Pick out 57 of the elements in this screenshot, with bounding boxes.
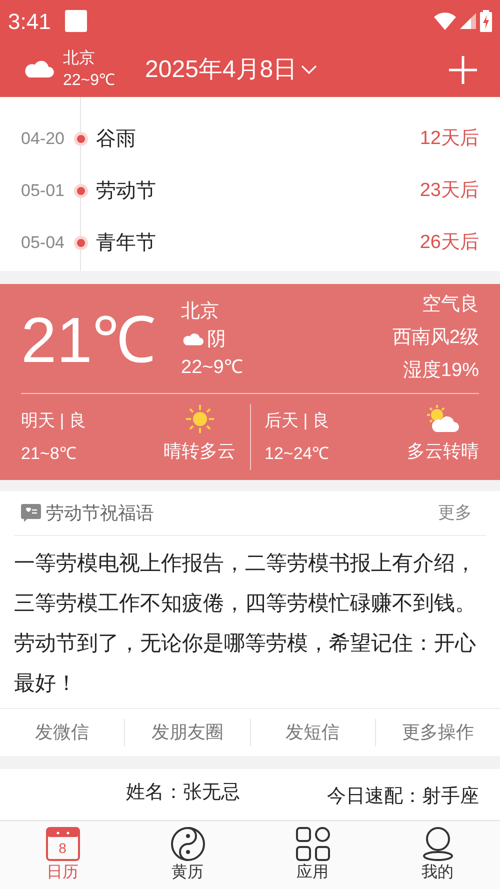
add-icon[interactable] (448, 54, 478, 84)
more-link[interactable]: 更多 (438, 500, 472, 526)
nav-tab[interactable]: 黄历 (125, 821, 250, 889)
weather-condition: 阴 (207, 328, 226, 352)
forecast-day: 后天 | 良 (264, 404, 330, 437)
timeline-dot-icon (74, 184, 88, 198)
blessing-text: 一等劳模电视上作报告，二等劳模书报上有介绍，三等劳模工作不知疲倦，四等劳模忙碌赚不到钱。劳动节到了，无论你是哪等劳模，希望记住：开心最好！ (13, 551, 477, 697)
cloud-icon (181, 332, 205, 348)
forecast-range: 12~24℃ (264, 443, 330, 465)
city-label: 北京 (63, 48, 96, 68)
message-icon (21, 504, 41, 522)
signal-icon (460, 13, 476, 29)
weather-city: 北京 (181, 300, 220, 324)
user-icon (420, 827, 454, 861)
zodiac-match: 今日速配：射手座 (327, 785, 479, 809)
forecast-condition: 晴转多云 (164, 440, 236, 463)
event-name: 青年节 (96, 231, 157, 256)
nav-tab[interactable]: 应用 (250, 821, 375, 889)
forecast-condition: 多云转晴 (407, 440, 479, 463)
section-title: 劳动节祝福语 (46, 502, 155, 524)
share-button[interactable]: 发微信 (35, 719, 90, 746)
sun-cloud-icon (426, 404, 460, 434)
nav-tab[interactable]: 8 日历 (0, 821, 125, 889)
share-button[interactable]: 发短信 (286, 719, 340, 746)
battery-icon (480, 10, 492, 32)
forecast-range: 21~8℃ (21, 443, 78, 465)
chevron-down-icon (301, 64, 318, 74)
calendar-icon (46, 827, 80, 861)
wifi-icon (434, 12, 456, 30)
event-countdown: 12天后 (420, 126, 479, 151)
event-name: 谷雨 (96, 127, 137, 152)
notification-icon (64, 10, 87, 32)
event-countdown: 26天后 (420, 230, 479, 255)
wind-info: 西南风2级 (392, 326, 479, 350)
nav-tab[interactable]: 我的 (375, 821, 500, 889)
date-picker[interactable]: 2025年4月8日 (145, 52, 318, 88)
sun-icon (184, 404, 214, 434)
timeline-dot-icon (74, 132, 88, 146)
current-temperature: 21℃ (21, 308, 158, 372)
share-button[interactable]: 发朋友圈 (151, 719, 224, 746)
event-countdown: 23天后 (420, 178, 479, 203)
share-button[interactable]: 更多操作 (402, 719, 474, 746)
air-quality: 空气良 (422, 293, 479, 317)
status-time: 3:41 (8, 8, 51, 36)
yin-yang-icon (170, 827, 204, 861)
event-date: 05-04 (21, 232, 66, 254)
timeline-dot-icon (74, 236, 88, 250)
weather-range: 22~9℃ (181, 356, 244, 380)
forecast-day: 明天 | 良 (21, 404, 86, 437)
temperature-range: 22~9℃ (63, 70, 116, 90)
event-date: 04-20 (21, 128, 66, 150)
apps-icon (296, 827, 330, 861)
calendar-day: 8 (58, 839, 66, 857)
event-date: 05-01 (21, 180, 66, 202)
profile-name: 姓名：张无忌 (126, 781, 241, 805)
humidity-info: 湿度19% (402, 359, 479, 383)
event-name: 劳动节 (96, 179, 157, 204)
